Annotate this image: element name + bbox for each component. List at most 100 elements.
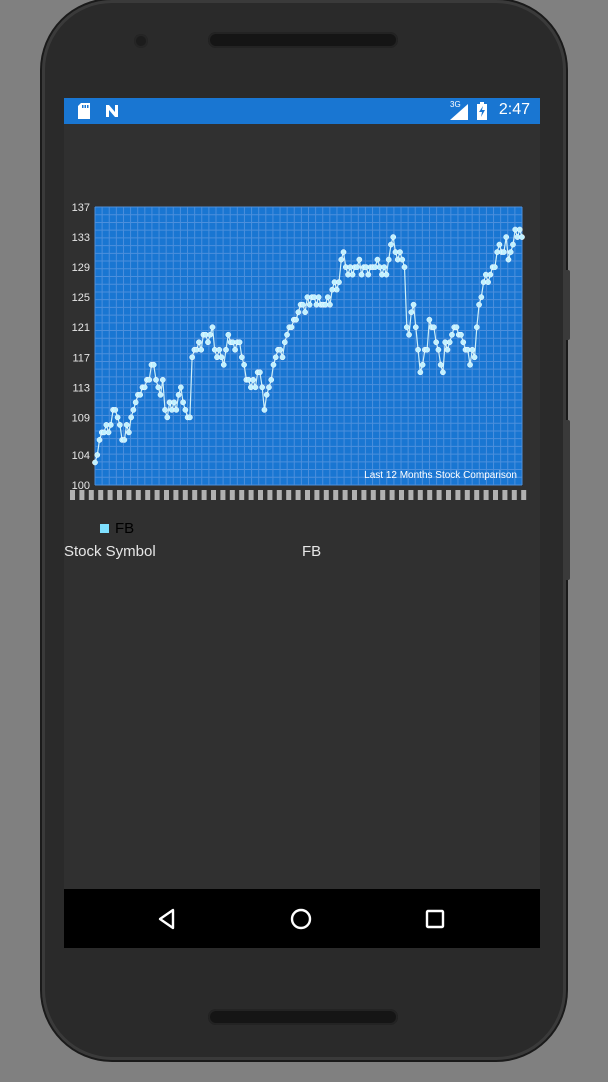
data-point — [121, 437, 128, 443]
data-point — [270, 361, 277, 368]
data-point — [128, 414, 134, 421]
data-point — [505, 256, 512, 263]
x-tick-label — [182, 490, 188, 500]
chart-legend: FB — [100, 520, 134, 537]
x-tick-label — [361, 490, 367, 500]
x-tick-label — [408, 490, 414, 500]
x-tick-label — [286, 490, 292, 500]
x-tick-label — [276, 490, 282, 500]
x-tick-label — [314, 490, 320, 500]
data-point — [252, 384, 259, 391]
stock-symbol-value: FB — [302, 543, 322, 560]
data-point — [300, 301, 306, 308]
data-point — [476, 301, 482, 308]
x-tick-label — [164, 490, 169, 500]
back-icon[interactable] — [154, 905, 182, 933]
data-point — [293, 316, 299, 323]
data-point — [336, 279, 342, 285]
data-point — [175, 391, 182, 398]
data-point — [492, 264, 498, 270]
x-tick-label — [248, 490, 254, 500]
data-point — [408, 309, 415, 316]
data-point — [403, 324, 410, 331]
data-point — [241, 361, 247, 368]
home-icon[interactable] — [287, 905, 315, 933]
x-tick-label — [427, 490, 433, 500]
navigation-bar — [64, 889, 540, 948]
x-tick-label — [399, 490, 404, 500]
power-button — [564, 420, 570, 580]
data-point — [437, 361, 444, 368]
volume-button — [564, 270, 570, 340]
data-point — [96, 437, 103, 443]
x-tick-label — [464, 490, 470, 500]
data-point — [187, 414, 193, 421]
data-point — [519, 234, 525, 240]
x-tick-label — [258, 490, 263, 500]
x-tick-label — [352, 490, 357, 500]
signal-icon — [450, 104, 468, 120]
data-point — [220, 361, 227, 368]
x-tick-label — [239, 490, 245, 500]
x-tick-label — [192, 490, 198, 500]
data-point — [338, 256, 345, 263]
x-tick-label — [305, 490, 310, 500]
data-point — [132, 399, 139, 406]
data-point — [239, 354, 245, 361]
data-point — [340, 249, 347, 255]
x-tick-label — [370, 490, 376, 500]
y-tick-label: 121 — [72, 322, 90, 334]
x-tick-label — [98, 490, 104, 500]
x-tick-label — [79, 490, 85, 500]
x-tick-label — [220, 490, 226, 500]
data-point — [92, 459, 98, 466]
data-point — [467, 361, 473, 368]
data-point — [207, 331, 214, 338]
data-point — [94, 452, 101, 458]
data-point — [198, 346, 205, 353]
data-point — [162, 407, 168, 413]
y-tick-label: 137 — [72, 202, 90, 214]
front-camera — [134, 34, 148, 48]
data-point — [153, 376, 159, 383]
bottom-speaker — [208, 1009, 398, 1025]
x-tick-label — [267, 490, 273, 500]
x-tick-label — [126, 490, 132, 500]
x-tick-label — [135, 490, 141, 500]
x-tick-label — [323, 490, 329, 500]
data-point — [485, 279, 491, 285]
data-point — [471, 354, 478, 361]
x-tick-label — [446, 490, 451, 500]
data-point — [426, 316, 433, 323]
x-tick-label — [117, 490, 122, 500]
data-point — [365, 271, 372, 278]
data-point — [107, 422, 114, 428]
data-point — [415, 346, 421, 353]
data-point — [424, 346, 430, 353]
data-point — [173, 407, 180, 413]
data-point — [302, 309, 308, 316]
data-point — [458, 331, 464, 338]
data-point — [171, 399, 177, 406]
data-point — [401, 264, 408, 270]
data-point — [501, 249, 507, 255]
x-tick-label — [70, 490, 75, 500]
data-point — [196, 339, 202, 346]
data-point — [354, 264, 360, 270]
chart-title: Last 12 Months Stock Comparison — [364, 470, 517, 481]
data-point — [126, 429, 132, 436]
data-point — [381, 264, 388, 270]
data-point — [150, 361, 157, 368]
recents-icon[interactable] — [421, 905, 449, 933]
y-tick-label: 109 — [72, 412, 90, 424]
data-point — [358, 271, 365, 278]
n-notification-icon — [106, 105, 118, 117]
data-point — [315, 294, 322, 301]
x-tick-label — [173, 490, 179, 500]
x-tick-label — [521, 490, 527, 500]
data-point — [374, 256, 381, 263]
data-point — [157, 391, 164, 398]
data-point — [510, 241, 516, 248]
earpiece-speaker — [208, 32, 398, 48]
data-point — [295, 309, 302, 316]
